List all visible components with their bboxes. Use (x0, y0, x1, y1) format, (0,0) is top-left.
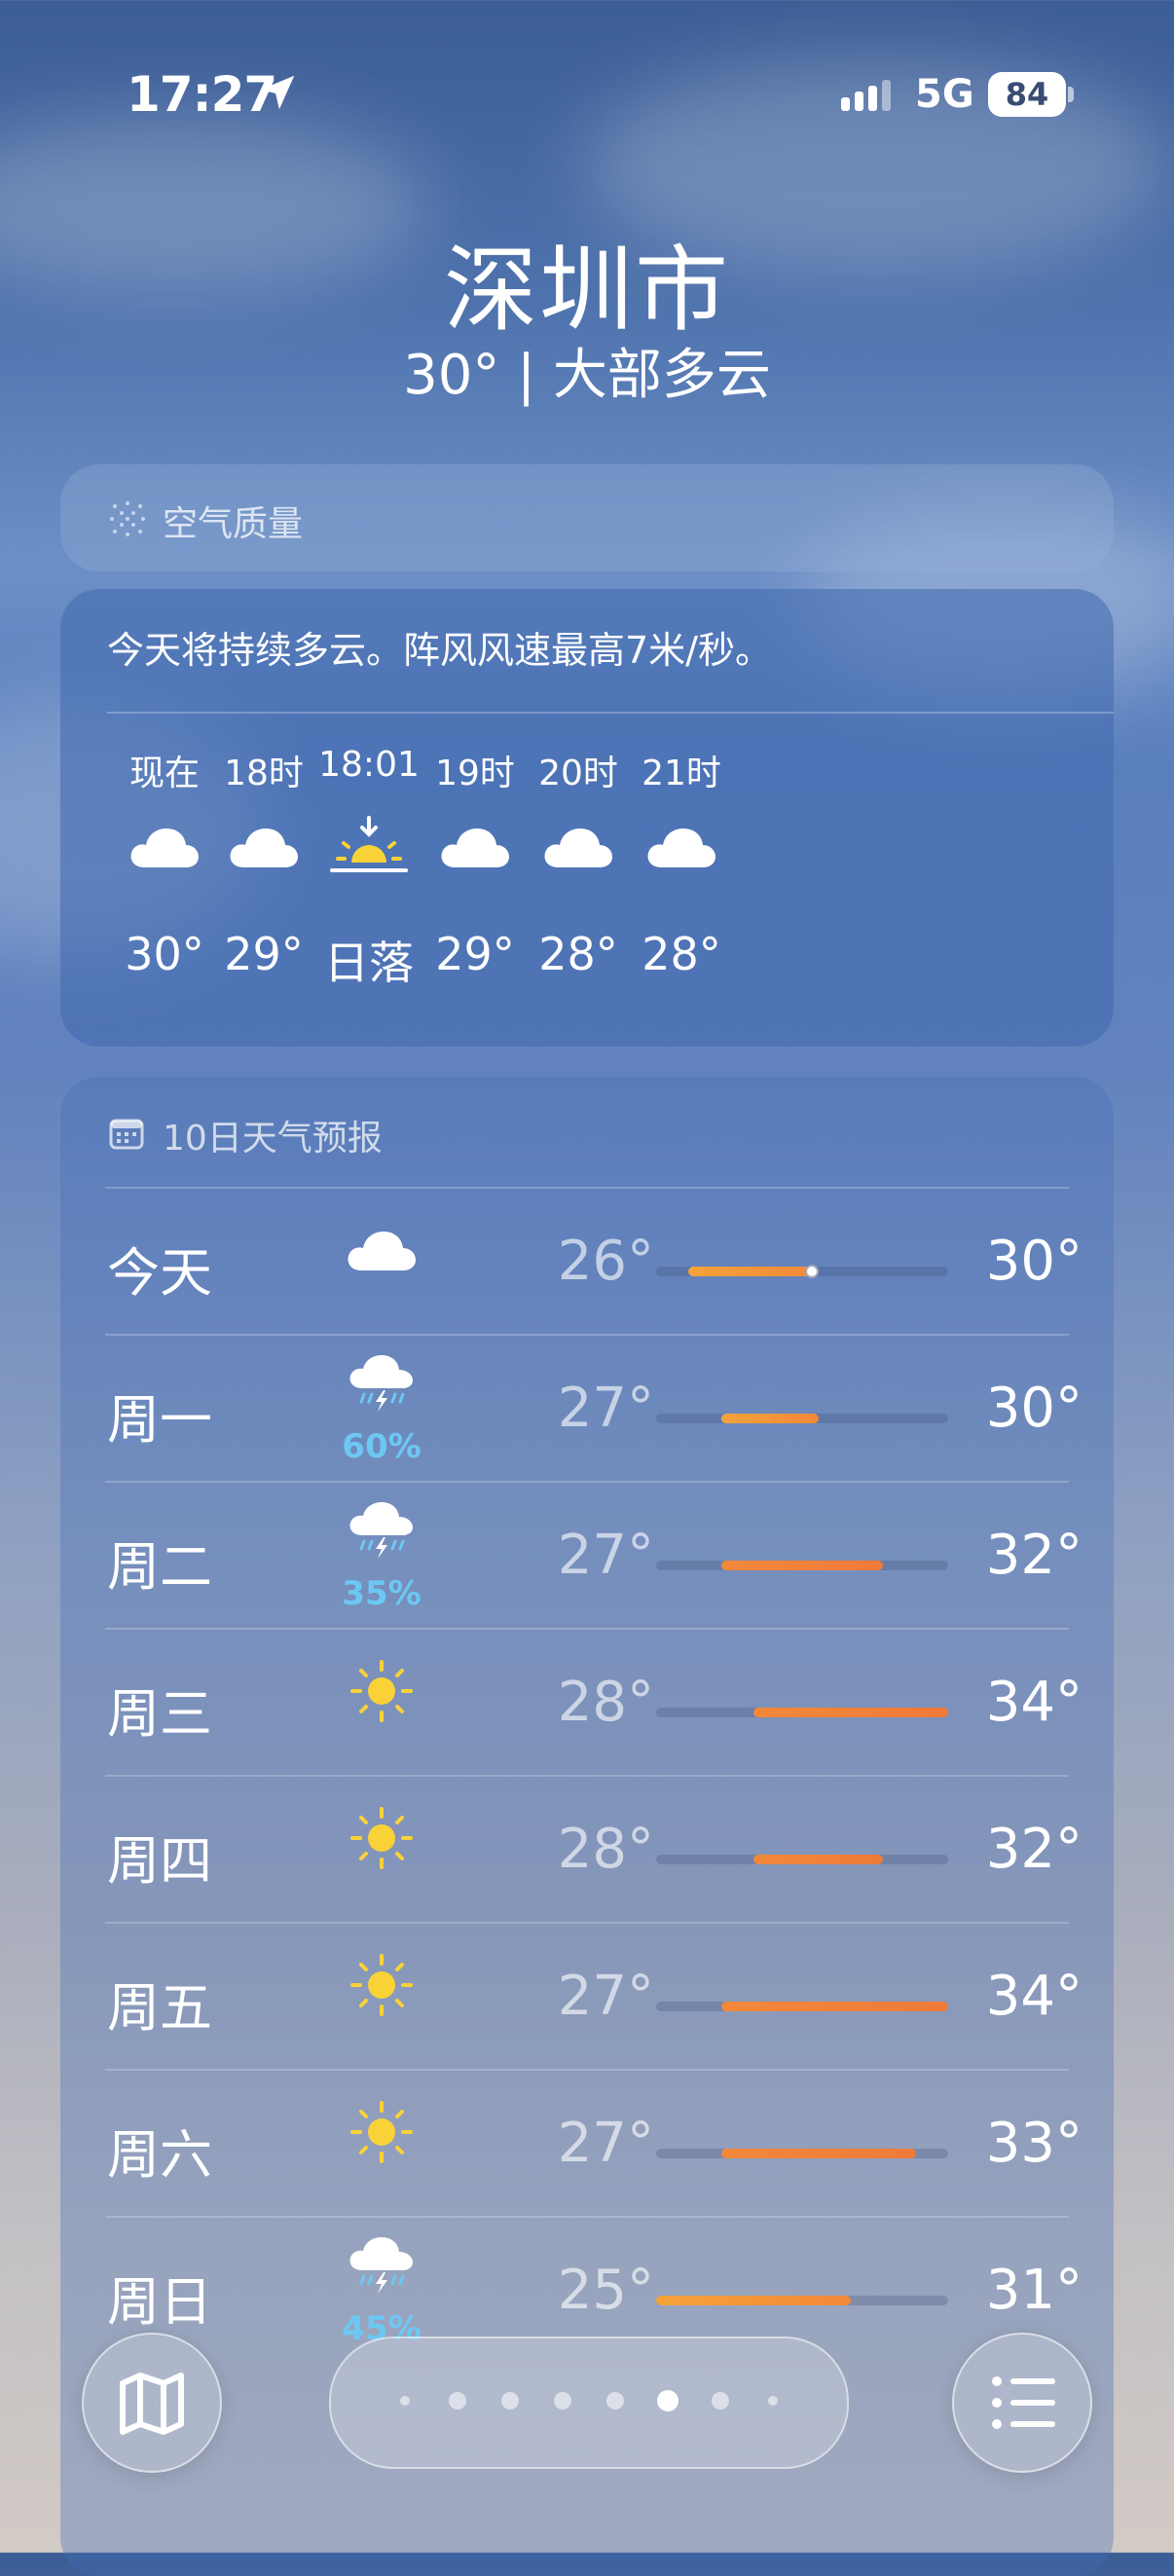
forecast-day: 周三 (107, 1683, 212, 1745)
forecast-day: 周五 (107, 1977, 212, 2039)
sun-icon (323, 2088, 440, 2176)
sun-icon (323, 1941, 440, 2029)
forecast-day: 周一 (107, 1389, 212, 1451)
bottom-toolbar (0, 2329, 1174, 2475)
high-temp: 30° (985, 1377, 1082, 1440)
page-dot[interactable] (606, 2392, 624, 2410)
temperature-range-fill (720, 1414, 819, 1423)
low-temp: 28° (557, 1818, 654, 1881)
precip-chance: 60% (342, 1427, 422, 1466)
forecast-day: 今天 (107, 1242, 212, 1304)
temperature-range-bar (656, 2296, 948, 2305)
temperature-range-fill (753, 1855, 884, 1864)
forecast-day: 周六 (107, 2124, 212, 2186)
sun-icon (323, 1794, 440, 1882)
hourly-description: 今天将持续多云。阵风风速最高7米/秒。 (107, 629, 772, 672)
low-temp: 27° (557, 1965, 654, 2028)
sun-icon (323, 1647, 440, 1735)
current-summary: 30° | 大部多云 (403, 344, 771, 407)
low-temp: 27° (557, 2112, 654, 2175)
forecast-row[interactable]: 周三 28° 34° (60, 1630, 1114, 1776)
temperature-range-fill (656, 2296, 851, 2305)
temperature-range-fill (720, 2002, 948, 2011)
page-dot[interactable] (449, 2392, 466, 2410)
high-temp: 30° (985, 1230, 1082, 1293)
high-temp: 32° (985, 1818, 1082, 1881)
forecast-title: 10日天气预报 (163, 1119, 383, 1159)
battery-tip (1068, 87, 1074, 102)
page-dot[interactable] (768, 2396, 778, 2406)
temperature-range-bar (656, 1561, 948, 1570)
high-temp: 34° (985, 1671, 1082, 1734)
page-dot[interactable] (501, 2392, 519, 2410)
temperature-range-fill (753, 1708, 948, 1717)
air-quality-card[interactable]: 空气质量 (60, 464, 1114, 571)
high-temp: 31° (985, 2259, 1082, 2322)
page-dot[interactable] (400, 2396, 410, 2406)
high-temp: 33° (985, 2112, 1082, 2175)
page-dot-active[interactable] (657, 2390, 679, 2411)
status-bar: 17:27 5G 84 (0, 58, 1174, 136)
low-temp: 26° (557, 1230, 654, 1293)
hourly-forecast-card[interactable]: 今天将持续多云。阵风风速最高7米/秒。 现在 30° 18时 29° 18:01 日落 19… (60, 589, 1114, 1047)
high-temp: 32° (985, 1524, 1082, 1587)
cloud-icon (323, 1206, 440, 1294)
page-dot[interactable] (712, 2392, 729, 2410)
forecast-day: 周日 (107, 2271, 212, 2333)
cloud-icon (604, 793, 759, 901)
temperature-range-bar (656, 2002, 948, 2011)
list-icon (992, 2376, 1055, 2429)
temperature-range-fill (688, 1267, 819, 1276)
list-button[interactable] (952, 2333, 1092, 2473)
temperature-range-bar (656, 1265, 948, 1278)
air-quality-icon (110, 501, 145, 536)
map-icon (120, 2373, 184, 2435)
hour-temp: 28° (642, 928, 721, 980)
divider (107, 712, 1114, 714)
hourly-item: 21时 28° (604, 745, 759, 980)
low-temp: 28° (557, 1671, 654, 1734)
cellular-signal-icon (841, 80, 892, 111)
hour-label: 21时 (642, 754, 721, 793)
forecast-row[interactable]: 周六 27° 33° (60, 2071, 1114, 2217)
temperature-range-fill (720, 1561, 884, 1570)
low-temp: 27° (557, 1524, 654, 1587)
city-name: 深圳市 (444, 236, 730, 345)
location-arrow-icon (260, 75, 295, 110)
air-quality-label: 空气质量 (163, 504, 304, 544)
forecast-row[interactable]: 今天 26° 30° (60, 1189, 1114, 1335)
temperature-range-bar (656, 1708, 948, 1717)
temperature-range-bar (656, 2149, 948, 2158)
page-indicator[interactable] (329, 2337, 849, 2469)
page-dot[interactable] (554, 2392, 571, 2410)
precip-chance: 35% (342, 1574, 422, 1613)
temperature-range-fill (720, 2149, 916, 2158)
forecast-row[interactable]: 周一 60% 27° 30° (60, 1336, 1114, 1482)
current-temp-dot (804, 1265, 819, 1278)
network-type: 5G (915, 72, 974, 117)
forecast-day: 周四 (107, 1830, 212, 1892)
high-temp: 34° (985, 1965, 1082, 2028)
temperature-range-bar (656, 1855, 948, 1864)
battery-icon: 84 (988, 72, 1066, 117)
low-temp: 27° (557, 1377, 654, 1440)
forecast-row[interactable]: 周五 27° 34° (60, 1924, 1114, 2070)
temperature-range-bar (656, 1414, 948, 1423)
map-button[interactable] (82, 2333, 222, 2473)
forecast-day: 周二 (107, 1536, 212, 1598)
forecast-row[interactable]: 周四 28° 32° (60, 1777, 1114, 1923)
battery-level: 84 (1005, 76, 1049, 113)
calendar-icon (109, 1119, 144, 1150)
forecast-row[interactable]: 周二 35% 27° 32° (60, 1483, 1114, 1629)
low-temp: 25° (557, 2259, 654, 2322)
